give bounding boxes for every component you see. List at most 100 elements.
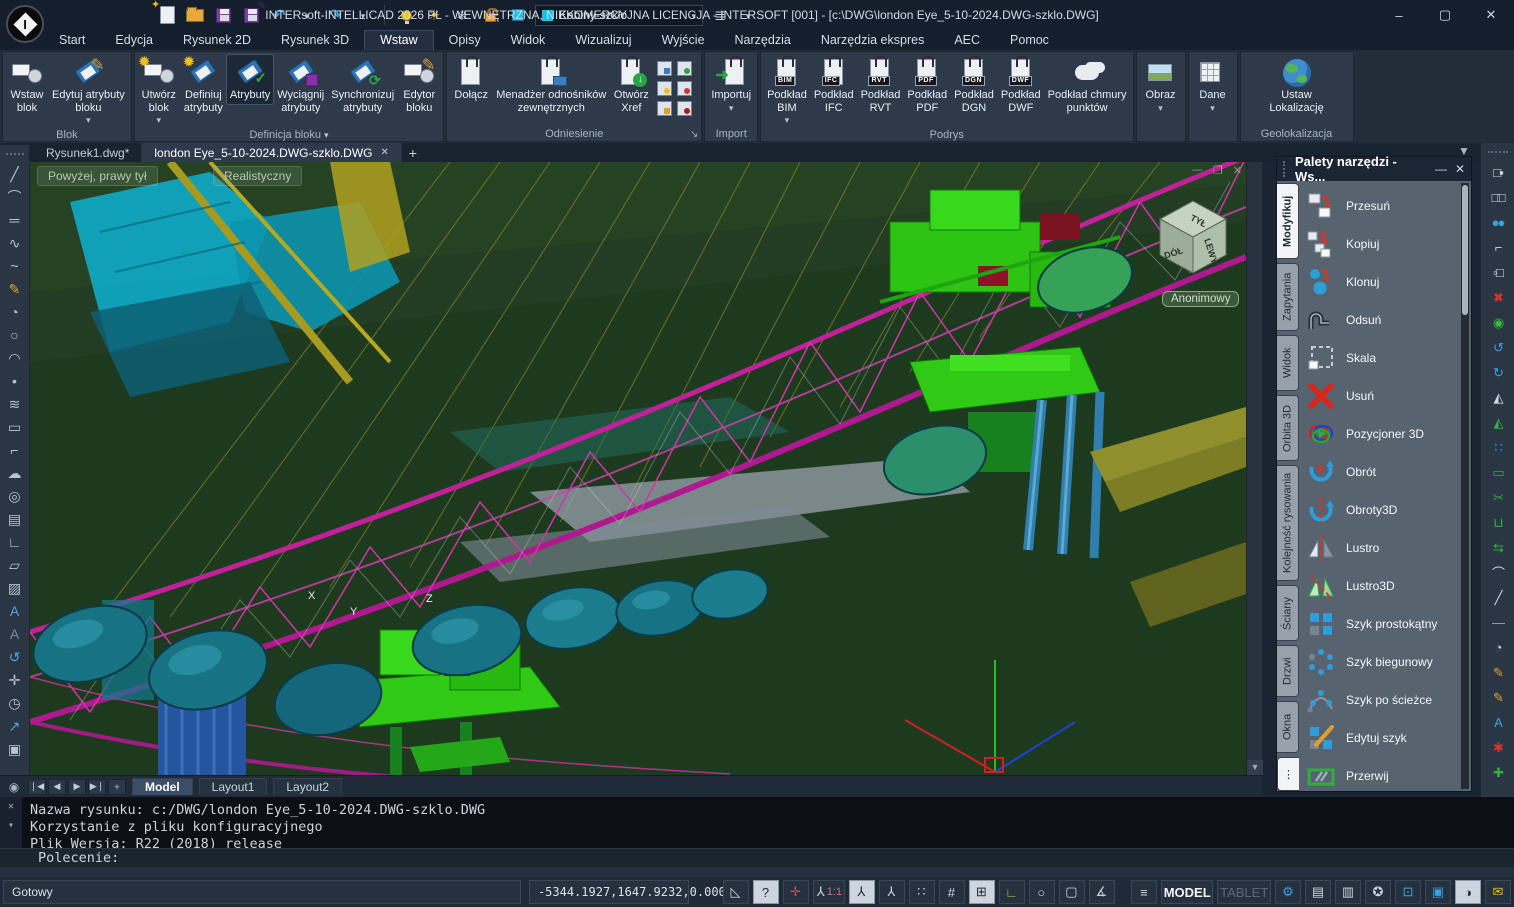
palette-item-obroty3d[interactable]: Obroty3D [1306, 491, 1461, 529]
status-toggle[interactable]: # [939, 880, 965, 904]
layer-freeze-button[interactable]: ❄ [451, 5, 473, 25]
underlay-pointcloud-button[interactable]: Podkład chmury punktów [1045, 55, 1130, 116]
modify-tool-button[interactable]: ✖ [1485, 285, 1511, 310]
draw-tool-button[interactable]: ∿ [3, 231, 27, 254]
document-tab[interactable]: Rysunek1.dwg* [34, 143, 142, 162]
restore-button[interactable]: ▢ [1422, 0, 1468, 30]
palette-tab[interactable]: Widok [1277, 335, 1299, 391]
viewport-scrollbar[interactable]: ▼ [1246, 162, 1262, 775]
first-layout-button[interactable]: ❘◀ [28, 779, 46, 795]
draw-tool-button[interactable]: ○ [3, 323, 27, 346]
palette-item-lustro[interactable]: Lustro [1306, 529, 1461, 567]
status-toggle[interactable]: ⅄1:1 [813, 880, 845, 904]
status-tool-button[interactable]: ✉ [1485, 880, 1511, 904]
underlay-pdf-button[interactable]: PDFPodkład PDF [904, 55, 950, 116]
palette-item-usun[interactable]: Usuń [1306, 377, 1461, 415]
palette-item-pozycjoner3d[interactable]: Pozycjoner 3D [1306, 415, 1461, 453]
xref-highlight-button[interactable] [657, 81, 672, 96]
palette-item-szyk-prostokatny[interactable]: Szyk prostokątny [1306, 605, 1461, 643]
insert-block-button[interactable]: Wstaw blok [6, 55, 48, 116]
layer-thaw-button[interactable]: ☀ [423, 5, 445, 25]
palette-tab[interactable]: Drzwi [1277, 645, 1299, 697]
status-toggle[interactable]: ∷ [909, 880, 935, 904]
draw-tool-button[interactable]: ↺ [3, 645, 27, 668]
menu-tab[interactable]: Rysunek 3D [266, 31, 364, 50]
palette-item-szyk-biegunowy[interactable]: Szyk biegunowy [1306, 643, 1461, 681]
extract-attributes-button[interactable]: Wyciągnij atrybuty [274, 55, 327, 116]
modify-tool-button[interactable]: ✎ [1485, 660, 1511, 685]
underlay-dgn-button[interactable]: DGNPodkład DGN [951, 55, 997, 116]
status-tool-button[interactable]: ◑ [1455, 880, 1481, 904]
open-xref-button[interactable]: ↓Otwórz Xref [610, 55, 652, 116]
menu-tab[interactable]: Wyjście [647, 31, 720, 50]
view-name-button[interactable]: Powyżej, prawy tył [37, 166, 158, 186]
xref-add-button[interactable] [677, 61, 692, 76]
redo-dropdown[interactable] [352, 5, 374, 25]
status-tool-button[interactable]: ⚙ [1275, 880, 1301, 904]
prev-layout-button[interactable]: ◀ [48, 779, 66, 795]
app-logo[interactable]: I [6, 5, 44, 43]
layout-tab[interactable]: Layout1 [199, 778, 268, 795]
status-toggle[interactable]: ▢ [1059, 880, 1085, 904]
layer-states-button[interactable]: ≣ [709, 5, 731, 25]
redo-button[interactable]: ↷ [324, 5, 346, 25]
modify-tool-button[interactable]: ↺ [1485, 335, 1511, 360]
layout-tab[interactable]: Layout2 [273, 778, 342, 795]
modify-tool-button[interactable]: ✱ [1485, 735, 1511, 760]
status-toggle[interactable]: ⅄ [849, 880, 875, 904]
layout-tab[interactable]: Model [132, 778, 193, 795]
modify-tool-button[interactable]: □▪ [1485, 160, 1511, 185]
block-editor-button[interactable]: ✎Edytor bloku [398, 55, 440, 116]
modify-tool-button[interactable]: ↻ [1485, 360, 1511, 385]
modify-tool-button[interactable]: ✚ [1485, 760, 1511, 785]
palette-scrollbar[interactable] [1461, 183, 1469, 789]
palette-item-przesun[interactable]: Przesuń [1306, 187, 1461, 225]
menu-tab[interactable]: Narzędzia [720, 31, 806, 50]
create-block-button[interactable]: ✹Utwórz blok [138, 55, 180, 129]
palette-item-szyk-po-sciezce[interactable]: Szyk po ścieżce [1306, 681, 1461, 719]
palette-item-lustro3d[interactable]: Lustro3D [1306, 567, 1461, 605]
palette-header[interactable]: Palety narzędzi - Ws... — ✕ [1277, 157, 1471, 181]
palette-tab[interactable]: Orbita 3D [1277, 395, 1299, 461]
modify-tool-button[interactable]: ∷ [1485, 435, 1511, 460]
command-panel[interactable]: ✕ ▾ Nazwa rysunku: c:/DWG/london Eye_5-1… [0, 797, 1514, 867]
data-button[interactable]: Dane [1192, 55, 1234, 116]
coordinates-display[interactable]: -5344.1927,1647.9232,0.0000 [529, 880, 689, 904]
status-tool-button[interactable]: ▥ [1335, 880, 1361, 904]
set-location-button[interactable]: Ustaw Lokalizację [1266, 55, 1326, 116]
modify-tool-button[interactable]: ╱ [1485, 585, 1511, 610]
xref-edit-button[interactable] [657, 101, 672, 116]
modify-tool-button[interactable]: ⇆ [1485, 535, 1511, 560]
layer-lock-button[interactable] [479, 5, 501, 25]
palette-tab[interactable]: Modyfikuj [1277, 183, 1299, 259]
underlay-bim-button[interactable]: BIMPodkład BIM [764, 55, 810, 129]
status-tool-button[interactable]: ▣ [1425, 880, 1451, 904]
save-button[interactable] [212, 5, 234, 25]
draw-tool-button[interactable]: ✎ [3, 277, 27, 300]
draw-tool-button[interactable]: ╱ [3, 162, 27, 185]
draw-tool-button[interactable]: • [3, 369, 27, 392]
modify-tool-button[interactable]: ▭ [1485, 460, 1511, 485]
scroll-down-icon[interactable]: ▼ [1247, 760, 1263, 775]
command-close-icon[interactable]: ✕ [8, 801, 14, 812]
status-tool-button[interactable]: ⊡ [1395, 880, 1421, 904]
palette-minimize-icon[interactable]: — [1435, 162, 1447, 176]
draw-tool-button[interactable]: ◔ [3, 300, 27, 323]
layer-color-button[interactable] [507, 5, 529, 25]
menu-tab[interactable]: Start [44, 31, 100, 50]
menu-tab[interactable]: Opisy [434, 31, 496, 50]
new-file-button[interactable]: ✦ [156, 5, 178, 25]
modify-tool-button[interactable]: ― [1485, 610, 1511, 635]
draw-tool-button[interactable]: ▭ [3, 415, 27, 438]
modify-tool-button[interactable]: ✂ [1485, 485, 1511, 510]
status-toggle[interactable]: ∟ [999, 880, 1025, 904]
draw-tool-button[interactable]: ◷ [3, 691, 27, 714]
attributes-button[interactable]: ✓Atrybuty [227, 55, 273, 104]
minimize-button[interactable]: – [1376, 0, 1422, 30]
palette-item-skala[interactable]: Skala [1306, 339, 1461, 377]
draw-tool-button[interactable]: ◎ [3, 484, 27, 507]
modify-tool-button[interactable]: ⌒ [1485, 560, 1511, 585]
status-toggle[interactable]: ? [753, 880, 779, 904]
draw-tool-button[interactable]: A [3, 622, 27, 645]
draw-tool-button[interactable]: ▱ [3, 553, 27, 576]
